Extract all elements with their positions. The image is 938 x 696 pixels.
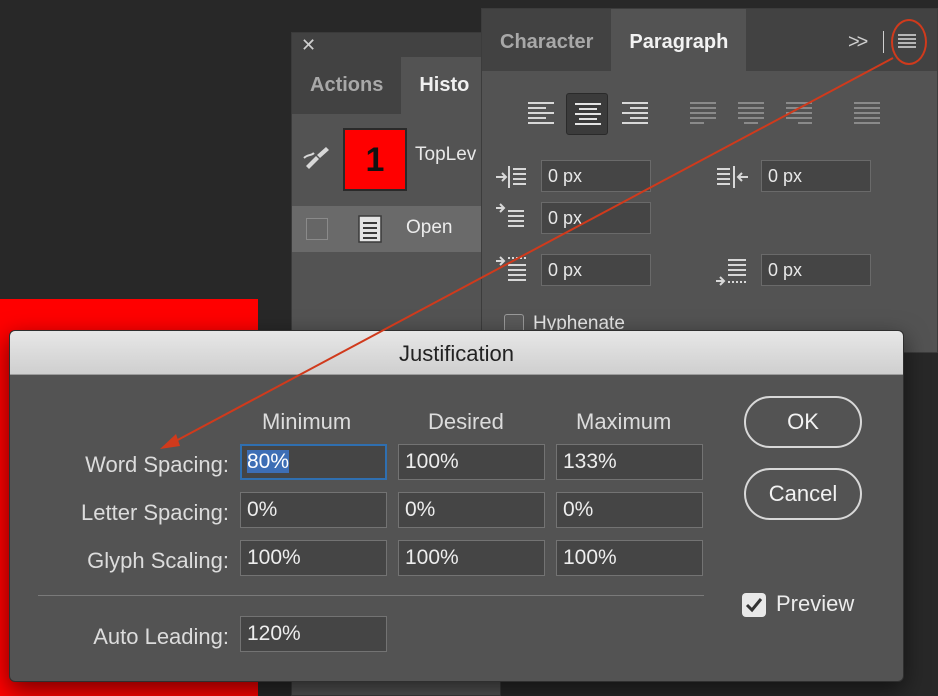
word-spacing-label: Word Spacing: [85,452,229,477]
tab-history[interactable]: Histo [401,57,488,114]
dialog-title: Justification [10,331,903,375]
align-right-button[interactable] [614,93,656,135]
tab-paragraph[interactable]: Paragraph [611,9,747,71]
space-before-icon [496,256,526,281]
indent-first-line-field[interactable]: 0 px [541,202,651,234]
document-icon [358,215,382,243]
justify-last-center-button[interactable] [730,93,772,135]
collapse-panel-icon[interactable]: >> [848,31,868,54]
justify-all-icon [854,102,880,124]
checkmark-icon [745,598,763,613]
justify-last-center-icon [738,102,764,124]
align-right-icon [622,102,648,124]
history-tabs: Actions Histo [292,57,500,114]
space-before-field[interactable]: 0 px [541,254,651,286]
justify-last-right-icon [786,102,812,124]
tab-actions[interactable]: Actions [292,57,401,114]
preview-label: Preview [776,591,855,616]
column-header-desired: Desired [428,409,504,434]
align-center-button[interactable] [566,93,608,135]
word-spacing-desired-field[interactable]: 100% [398,444,545,480]
state-source-checkbox[interactable] [306,218,328,240]
auto-leading-label: Auto Leading: [93,624,229,649]
letter-spacing-label: Letter Spacing: [81,500,229,525]
cancel-button[interactable]: Cancel [744,468,862,520]
dialog-divider [38,595,704,596]
letter-spacing-maximum-field[interactable]: 0% [556,492,703,528]
history-snapshot[interactable]: 1 TopLev [292,114,500,206]
glyph-scaling-minimum-field[interactable]: 100% [240,540,387,576]
preview-checkbox[interactable] [742,593,766,617]
indent-left-field[interactable]: 0 px [541,160,651,192]
indent-first-line-icon [496,203,524,227]
align-left-button[interactable] [520,93,562,135]
tab-character[interactable]: Character [482,9,611,71]
indent-right-field[interactable]: 0 px [761,160,871,192]
paragraph-panel: Character Paragraph >> 0 px 0 px 0 px 0 … [481,8,938,353]
ok-button[interactable]: OK [744,396,862,448]
annotation-circle [891,19,927,65]
justify-last-left-button[interactable] [682,93,724,135]
align-center-icon [575,103,601,125]
snapshot-thumbnail: 1 [343,128,407,191]
justify-all-button[interactable] [846,93,888,135]
history-panel-topbar: ✕ [292,33,500,57]
close-icon[interactable]: ✕ [301,35,316,55]
space-after-icon [716,259,746,286]
column-header-minimum: Minimum [262,409,352,434]
history-state-row[interactable]: Open [292,206,500,252]
glyph-scaling-desired-field[interactable]: 100% [398,540,545,576]
history-brush-icon[interactable] [302,144,332,172]
word-spacing-minimum-value: 80% [247,450,290,473]
state-name: Open [406,217,453,238]
column-header-maximum: Maximum [576,409,672,434]
justification-dialog: Justification Minimum Desired Maximum Wo… [9,330,904,682]
indent-left-icon [496,166,526,188]
glyph-scaling-label: Glyph Scaling: [87,548,229,573]
tab-separator [883,31,884,53]
word-spacing-maximum-field[interactable]: 133% [556,444,703,480]
justify-last-right-button[interactable] [778,93,820,135]
justify-last-left-icon [690,102,716,124]
snapshot-name: TopLev [415,144,477,165]
paragraph-panel-tabs: Character Paragraph >> [482,9,937,71]
auto-leading-field[interactable]: 120% [240,616,387,652]
word-spacing-minimum-field[interactable]: 80% [240,444,387,480]
indent-right-icon [717,166,748,188]
glyph-scaling-maximum-field[interactable]: 100% [556,540,703,576]
letter-spacing-desired-field[interactable]: 0% [398,492,545,528]
letter-spacing-minimum-field[interactable]: 0% [240,492,387,528]
space-after-field[interactable]: 0 px [761,254,871,286]
align-left-icon [528,102,554,124]
screen: ✕ Actions Histo 1 TopLev Open Character … [0,0,938,696]
